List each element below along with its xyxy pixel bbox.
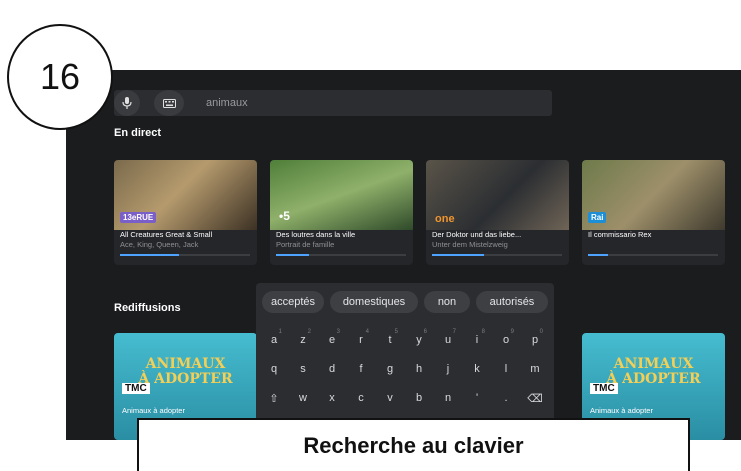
live-card[interactable]: 13eRUE All Creatures Great & Small Ace, … [114,160,257,265]
live-card[interactable]: one Der Doktor und das liebe... Unter de… [426,160,569,265]
shift-icon[interactable]: ⇧ [262,387,286,409]
key[interactable]: k [465,358,489,380]
channel-logo: •5 [279,209,290,223]
key[interactable]: m [523,358,547,380]
key[interactable]: i8 [465,329,489,351]
key[interactable]: l [494,358,518,380]
key[interactable]: o9 [494,329,518,351]
channel-logo: Rai [588,212,607,223]
suggestion-chip[interactable]: non [424,291,470,313]
progress-bar [276,254,406,256]
live-card[interactable]: Rai Il commissario Rex [582,160,725,265]
card-title: Animaux à adopter [122,406,185,415]
caption-banner: Recherche au clavier [137,418,690,471]
key[interactable]: f [349,358,373,380]
key[interactable]: a1 [262,329,286,351]
card-title: Animaux à adopter [590,406,653,415]
card-subtitle: Unter dem Mistelzweig [432,240,508,249]
key[interactable]: d [320,358,344,380]
keyboard-search-button[interactable] [154,90,184,116]
keyboard-icon [162,98,176,108]
channel-logo: TMC [122,383,150,394]
key[interactable]: x [320,387,344,409]
card-title: All Creatures Great & Small [120,230,213,239]
section-live-title: En direct [114,127,162,139]
progress-bar [120,254,250,256]
key[interactable]: r4 [349,329,373,351]
progress-fill [432,254,484,256]
card-title: Der Doktor und das liebe... [432,230,522,239]
progress-fill [120,254,179,256]
key[interactable]: j [436,358,460,380]
key[interactable]: v [378,387,402,409]
step-number-badge: 16 [7,24,113,130]
key[interactable]: s [291,358,315,380]
suggestion-chip[interactable]: acceptés [262,291,324,313]
key[interactable]: b [407,387,431,409]
key[interactable]: . [494,387,518,409]
suggestion-chip[interactable]: autorisés [476,291,548,313]
card-subtitle: Ace, King, Queen, Jack [120,240,199,249]
key[interactable]: p0 [523,329,547,351]
key[interactable]: q [262,358,286,380]
channel-logo: one [435,213,455,225]
card-subtitle: Portrait de famille [276,240,335,249]
progress-fill [588,254,608,256]
live-card[interactable]: •5 Des loutres dans la ville Portrait de… [270,160,413,265]
backspace-icon[interactable]: ⌫ [523,387,547,409]
card-title: Il commissario Rex [588,230,652,239]
progress-bar [588,254,718,256]
key[interactable]: e3 [320,329,344,351]
key[interactable]: y6 [407,329,431,351]
card-title: Des loutres dans la ville [276,230,356,239]
key[interactable]: u7 [436,329,460,351]
tv-screen: animaux En direct 13eRUE All Creatures G… [66,70,741,440]
key[interactable]: ' [465,387,489,409]
key[interactable]: g [378,358,402,380]
microphone-icon [122,97,132,109]
suggestion-chip[interactable]: domestiques [330,291,418,313]
progress-bar [432,254,562,256]
section-replays-title: Rediffusions [114,302,181,314]
search-input[interactable]: animaux [206,97,248,109]
on-screen-keyboard: acceptés domestiques non autorisés a1 z2… [256,283,554,440]
key[interactable]: c [349,387,373,409]
key[interactable]: h [407,358,431,380]
channel-logo: 13eRUE [120,212,157,223]
key[interactable]: t5 [378,329,402,351]
key[interactable]: n [436,387,460,409]
voice-search-button[interactable] [114,90,140,116]
key[interactable]: w [291,387,315,409]
key[interactable]: z2 [291,329,315,351]
progress-fill [276,254,309,256]
channel-logo: TMC [590,383,618,394]
